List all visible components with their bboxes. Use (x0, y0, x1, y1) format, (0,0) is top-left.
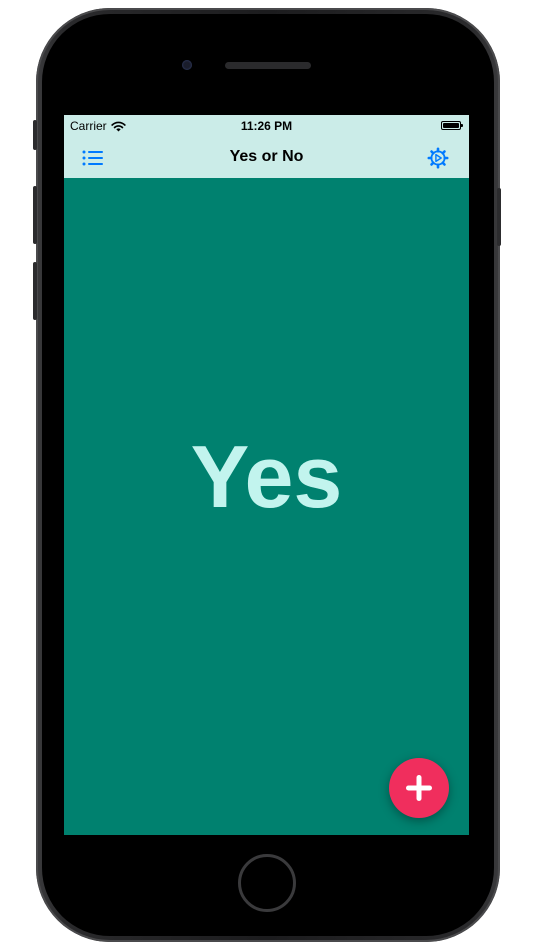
volume-down-button (33, 262, 37, 320)
power-button (497, 188, 501, 246)
status-bar: Carrier 11:26 PM (64, 115, 469, 137)
front-camera (182, 60, 192, 70)
home-button[interactable] (238, 854, 296, 912)
earpiece-speaker (225, 62, 311, 69)
status-time: 11:26 PM (240, 119, 293, 133)
battery-icon (441, 121, 463, 130)
add-button[interactable] (389, 758, 449, 818)
navigation-bar: Yes or No (64, 137, 469, 178)
page-title: Yes or No (229, 148, 304, 165)
settings-button[interactable] (426, 146, 450, 170)
answer-text: Yes (190, 427, 343, 526)
plus-icon (406, 775, 432, 801)
app-screen: Carrier 11:26 PM Yes or No Yes (64, 115, 469, 835)
gear-icon (427, 147, 449, 169)
volume-up-button (33, 186, 37, 244)
mute-switch (33, 120, 37, 150)
